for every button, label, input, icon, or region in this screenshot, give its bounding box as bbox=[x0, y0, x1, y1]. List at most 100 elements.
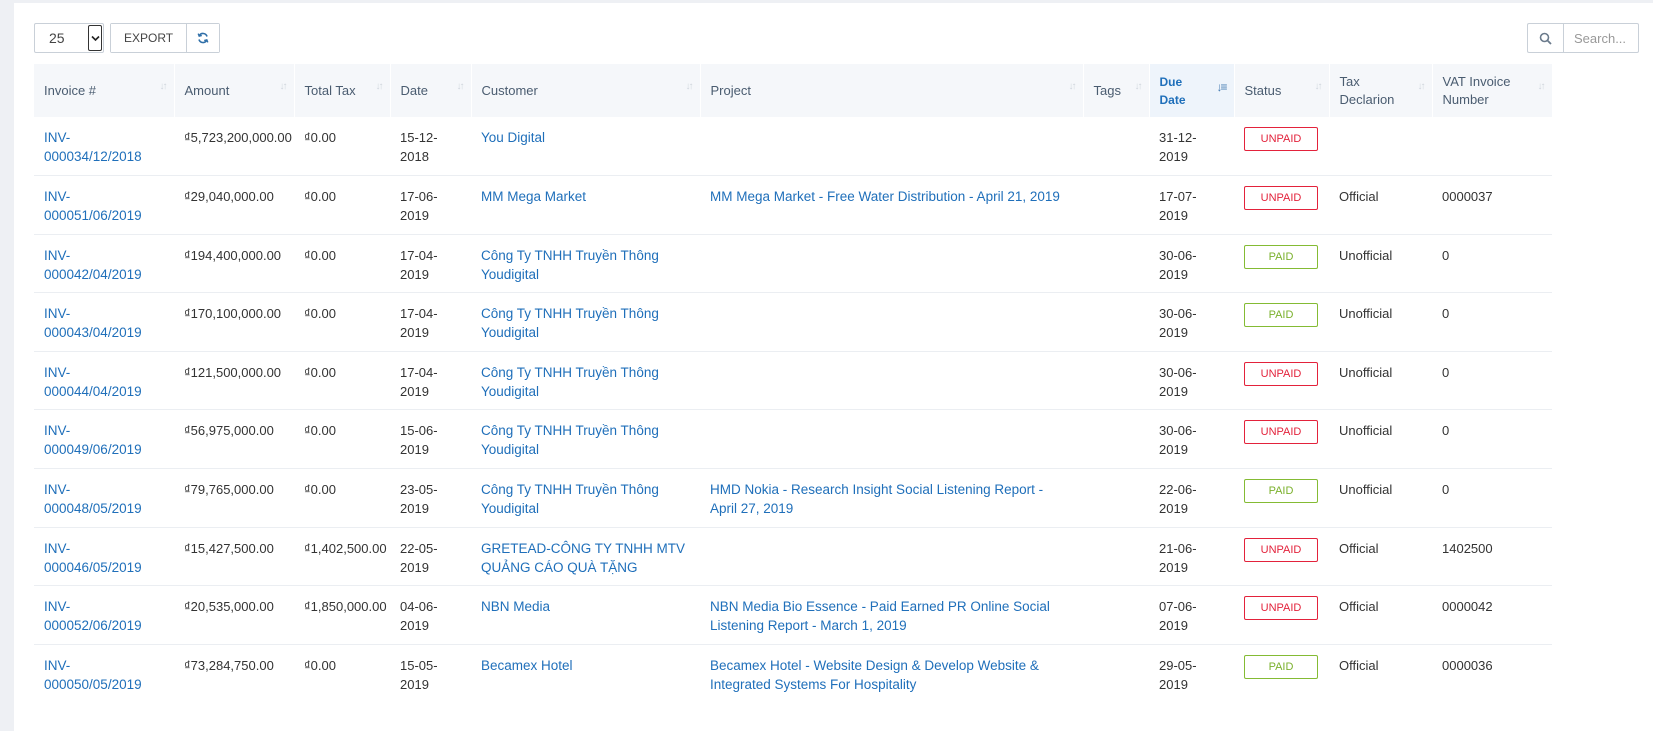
table-cell: ₫170,100,000.00 bbox=[174, 292, 294, 352]
vat-invoice-number-cell: 0 bbox=[1442, 306, 1450, 322]
page-length-select[interactable]: 25 bbox=[34, 23, 104, 53]
table-cell: ₫20,535,000.00 bbox=[174, 585, 294, 645]
table-cell: ₫0.00 bbox=[294, 233, 390, 293]
col-header-total-tax[interactable]: Total Tax ↓↑ bbox=[294, 64, 391, 117]
table-cell: 23-05-2019 bbox=[390, 468, 471, 528]
col-header-date[interactable]: Date ↓↑ bbox=[390, 64, 472, 117]
sort-icon: ↓↑ bbox=[1537, 81, 1546, 92]
customer-link[interactable]: NBN Media bbox=[481, 599, 550, 614]
table-cell: MM Mega Market bbox=[471, 175, 700, 235]
customer-link[interactable]: Công Ty TNHH Truyền Thông Youdigital bbox=[481, 423, 659, 457]
tax-declaration-cell: Unofficial bbox=[1339, 306, 1393, 322]
table-cell: 04-06-2019 bbox=[390, 585, 471, 645]
table-cell: 0000042 bbox=[1432, 585, 1552, 645]
chevron-down-icon[interactable] bbox=[88, 25, 102, 51]
invoice-link[interactable]: INV-000042/04/2019 bbox=[44, 248, 142, 282]
invoice-link[interactable]: INV-000052/06/2019 bbox=[44, 599, 142, 633]
table-cell bbox=[700, 292, 1083, 352]
amount-cell: ₫56,975,000.00 bbox=[184, 423, 274, 439]
table-row: INV-000043/04/2019 ₫170,100,000.00 ₫0.00 17… bbox=[34, 292, 1552, 352]
due-date-cell: 30-06-2019 bbox=[1159, 247, 1197, 282]
table-cell: UNPAID bbox=[1234, 117, 1329, 176]
due-date-cell: 31-12-2019 bbox=[1159, 130, 1197, 164]
customer-link[interactable]: You Digital bbox=[481, 130, 545, 145]
status-badge: UNPAID bbox=[1244, 361, 1318, 386]
col-header-project[interactable]: Project ↓↑ bbox=[700, 64, 1084, 117]
project-link[interactable]: HMD Nokia - Research Insight Social List… bbox=[710, 482, 1043, 516]
table-cell: ₫5,723,200,000.00 bbox=[174, 117, 294, 176]
col-label: VAT Invoice Number bbox=[1442, 73, 1511, 107]
invoice-link[interactable]: INV-000044/04/2019 bbox=[44, 365, 142, 399]
col-header-tax-declaration[interactable]: Tax Declarion ↓↑ bbox=[1329, 64, 1433, 117]
table-cell: PAID bbox=[1234, 468, 1329, 528]
customer-link[interactable]: Công Ty TNHH Truyền Thông Youdigital bbox=[481, 482, 659, 516]
customer-link[interactable]: Công Ty TNHH Truyền Thông Youdigital bbox=[481, 306, 659, 340]
col-label: Project bbox=[710, 82, 751, 98]
amount-cell: ₫194,400,000.00 bbox=[184, 247, 282, 263]
invoice-link[interactable]: INV-000043/04/2019 bbox=[44, 306, 142, 340]
table-row: INV-000034/12/2018 ₫5,723,200,000.00 ₫0.00… bbox=[34, 117, 1552, 176]
col-label: Total Tax bbox=[304, 82, 356, 98]
due-date-cell: 17-07-2019 bbox=[1159, 189, 1197, 224]
col-header-tags[interactable]: Tags ↓↑ bbox=[1083, 64, 1150, 117]
table-cell: UNPAID bbox=[1234, 526, 1329, 586]
col-header-invoice[interactable]: Invoice # ↓↑ bbox=[34, 64, 175, 117]
col-header-status[interactable]: Status ↓↑ bbox=[1234, 64, 1330, 117]
project-link[interactable]: NBN Media Bio Essence - Paid Earned PR O… bbox=[710, 599, 1050, 633]
tax-declaration-cell: Official bbox=[1339, 540, 1379, 556]
amount-cell: ₫15,427,500.00 bbox=[184, 540, 274, 556]
status-badge: PAID bbox=[1244, 654, 1318, 679]
table-cell: 15-06-2019 bbox=[390, 409, 471, 469]
col-label: Invoice # bbox=[44, 82, 97, 98]
table-cell: 21-06-2019 bbox=[1149, 526, 1234, 586]
customer-link[interactable]: MM Mega Market bbox=[481, 189, 586, 204]
search-box bbox=[1527, 23, 1639, 53]
customer-link[interactable]: Becamex Hotel bbox=[481, 658, 573, 673]
table-cell: 22-06-2019 bbox=[1149, 468, 1234, 528]
status-badge: UNPAID bbox=[1244, 537, 1318, 562]
due-date-cell: 30-06-2019 bbox=[1159, 423, 1197, 458]
date-cell: 15-06-2019 bbox=[400, 423, 438, 458]
table-cell: MM Mega Market - Free Water Distribution… bbox=[700, 175, 1083, 235]
invoice-link[interactable]: INV-000048/05/2019 bbox=[44, 482, 142, 516]
customer-link[interactable]: Công Ty TNHH Truyền Thông Youdigital bbox=[481, 248, 659, 282]
project-link[interactable]: MM Mega Market - Free Water Distribution… bbox=[710, 189, 1060, 204]
table-cell: 17-04-2019 bbox=[390, 292, 471, 352]
table-cell: PAID bbox=[1234, 643, 1329, 703]
table-cell bbox=[700, 409, 1083, 469]
search-input[interactable] bbox=[1563, 23, 1639, 53]
col-header-due-date[interactable]: Due Date ↓≡ bbox=[1149, 64, 1235, 117]
table-cell: INV-000049/06/2019 bbox=[34, 409, 174, 469]
table-cell bbox=[700, 233, 1083, 293]
invoice-link[interactable]: INV-000050/05/2019 bbox=[44, 658, 142, 692]
export-button[interactable]: EXPORT bbox=[111, 24, 188, 52]
customer-link[interactable]: GRETEAD-CÔNG TY TNHH MTV QUẢNG CÁO QUÀ T… bbox=[481, 541, 685, 575]
invoice-link[interactable]: INV-000049/06/2019 bbox=[44, 423, 142, 457]
col-label: Customer bbox=[481, 82, 538, 98]
table-cell: ₫121,500,000.00 bbox=[174, 350, 294, 410]
col-header-customer[interactable]: Customer ↓↑ bbox=[471, 64, 701, 117]
amount-cell: ₫79,765,000.00 bbox=[184, 482, 274, 498]
col-header-vat-invoice-number[interactable]: VAT Invoice Number ↓↑ bbox=[1432, 64, 1553, 117]
invoice-link[interactable]: INV-000046/05/2019 bbox=[44, 541, 142, 575]
invoice-link[interactable]: INV-000034/12/2018 bbox=[44, 130, 142, 164]
table-row: INV-000046/05/2019 ₫15,427,500.00 ₫1,402,5… bbox=[34, 526, 1552, 586]
total-tax-cell: ₫0.00 bbox=[304, 247, 336, 263]
table-cell: 07-06-2019 bbox=[1149, 585, 1234, 645]
customer-link[interactable]: Công Ty TNHH Truyền Thông Youdigital bbox=[481, 365, 659, 399]
table-cell: HMD Nokia - Research Insight Social List… bbox=[700, 468, 1083, 528]
tax-declaration-cell: Unofficial bbox=[1339, 482, 1393, 498]
invoice-link[interactable]: INV-000051/06/2019 bbox=[44, 189, 142, 223]
col-header-amount[interactable]: Amount ↓↑ bbox=[174, 64, 295, 117]
project-link[interactable]: Becamex Hotel - Website Design & Develop… bbox=[710, 658, 1039, 692]
table-cell bbox=[1432, 117, 1552, 176]
table-row: INV-000051/06/2019 ₫29,040,000.00 ₫0.00 17-… bbox=[34, 175, 1552, 235]
refresh-button[interactable] bbox=[187, 24, 220, 52]
search-icon[interactable] bbox=[1527, 23, 1563, 53]
due-date-cell: 30-06-2019 bbox=[1159, 364, 1197, 399]
table-cell: ₫29,040,000.00 bbox=[174, 175, 294, 235]
table-cell: 0 bbox=[1432, 233, 1552, 293]
table-row: INV-000042/04/2019 ₫194,400,000.00 ₫0.00 17… bbox=[34, 233, 1552, 293]
total-tax-cell: ₫0.00 bbox=[304, 364, 336, 380]
invoices-panel: 25 EXPORT Search... Invoice # ↓↑ Amount … bbox=[14, 3, 1653, 731]
